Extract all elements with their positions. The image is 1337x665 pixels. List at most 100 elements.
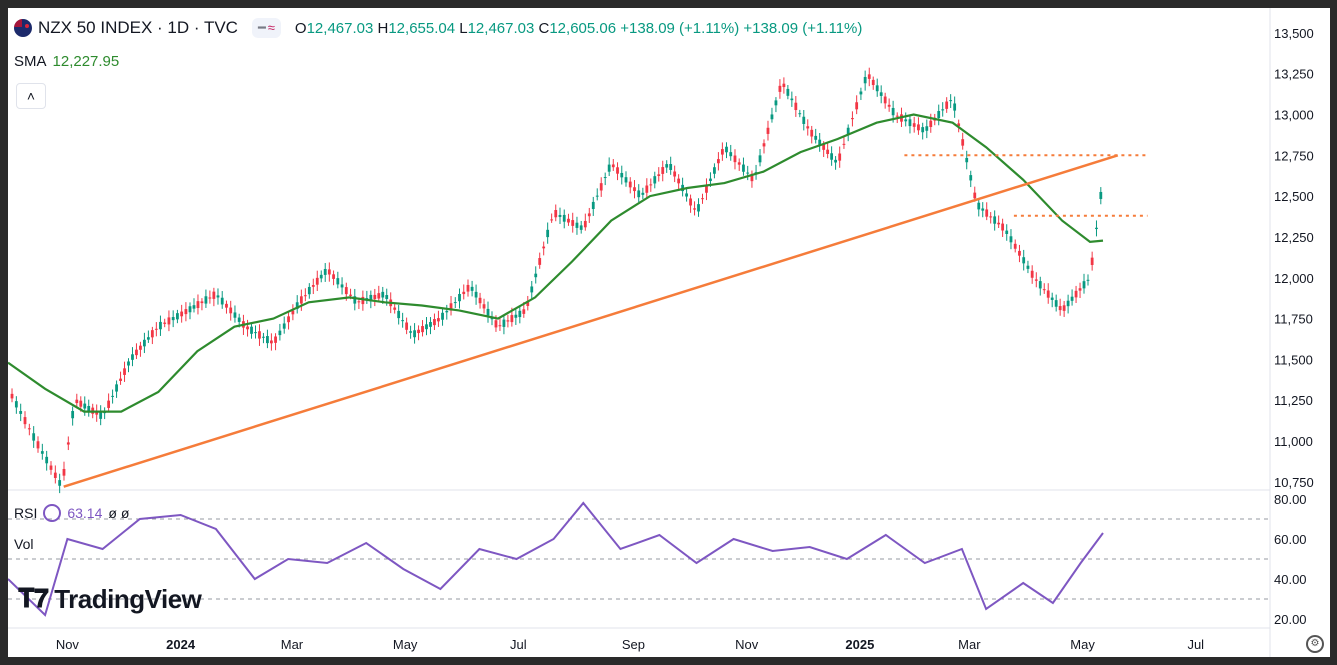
price-candle (246, 326, 249, 330)
price-candle (413, 330, 416, 338)
indicator-toggle-pill[interactable]: ━ ≈ (251, 18, 281, 38)
price-candle (319, 274, 323, 279)
price-candle (713, 167, 716, 174)
price-axis-label: 13,250 (1274, 67, 1314, 82)
price-candle (139, 345, 142, 350)
price-candle (762, 143, 766, 147)
price-axis-label: 10,750 (1274, 475, 1314, 490)
price-candle (212, 291, 216, 299)
price-candle (266, 336, 269, 344)
price-candle (562, 214, 566, 222)
chart-canvas[interactable]: 13,500 13,250 13,000 12,750 12,500 12,250 12,0… (8, 8, 1330, 657)
price-candle (550, 219, 554, 221)
price-candle (790, 98, 794, 101)
price-candle (397, 310, 401, 319)
wave-icon[interactable]: ≈ (268, 20, 275, 36)
price-candle (697, 204, 700, 212)
sma-value: 12,227.95 (52, 53, 120, 70)
price-candle (150, 330, 154, 338)
price-candle (278, 330, 282, 336)
collapse-legend-button[interactable]: ˄ (16, 83, 46, 109)
price-candle (1030, 270, 1034, 278)
price-candle (851, 118, 854, 120)
price-candle (842, 143, 846, 145)
price-candle (159, 321, 162, 330)
sma-legend[interactable]: SMA 12,227.95 (14, 53, 119, 70)
price-candle (733, 155, 737, 163)
price-candle (961, 139, 965, 146)
price-candle (258, 331, 261, 339)
price-axis-label: 12,500 (1274, 189, 1314, 204)
price-candle (993, 216, 997, 224)
price-candle (693, 208, 696, 210)
nz-flag-icon (14, 19, 32, 37)
rsi-settings-icon[interactable] (43, 504, 62, 522)
price-candle (377, 293, 381, 299)
price-candle (154, 328, 158, 330)
price-candle (830, 153, 834, 160)
price-candle (1022, 257, 1026, 264)
vol-label: Vol (14, 536, 34, 552)
price-candle (445, 310, 449, 313)
price-candle (701, 198, 704, 200)
price-candle (875, 85, 879, 92)
price-candle (192, 305, 196, 309)
price-candle (645, 185, 649, 193)
price-axis-label: 11,250 (1274, 393, 1313, 408)
vol-legend[interactable]: Vol (14, 536, 33, 552)
price-candle (937, 110, 941, 119)
support-trendline (63, 154, 1119, 488)
price-candle (567, 218, 570, 223)
price-candle (188, 306, 192, 313)
price-candle (1070, 296, 1074, 301)
price-candle (633, 187, 636, 192)
ohlc-values: O12,467.03 H12,655.04 L12,467.03 C12,605… (294, 19, 863, 37)
price-candle (1005, 230, 1009, 234)
price-axis-label: 12,250 (1274, 230, 1314, 245)
price-candle (677, 178, 681, 184)
price-candle (208, 297, 212, 299)
price-candle (176, 313, 179, 320)
price-candle (522, 309, 526, 314)
price-axis-label: 11,000 (1274, 434, 1313, 449)
price-candle (171, 317, 175, 321)
price-candle (802, 116, 806, 124)
price-candle (36, 441, 40, 449)
price-candle (973, 192, 977, 199)
price-candle (641, 192, 645, 195)
price-candle (429, 321, 432, 327)
price-candle (766, 127, 770, 134)
time-axis-label: Sep (622, 637, 645, 652)
price-candle (534, 273, 538, 278)
price-candle (466, 284, 470, 292)
price-candle (863, 76, 867, 84)
price-candle (538, 258, 542, 265)
price-candle (921, 127, 925, 133)
price-candle (665, 164, 669, 168)
rsi-legend[interactable]: RSI 63.14 ø ø (14, 504, 129, 522)
price-candle (303, 295, 307, 297)
price-candle (620, 172, 624, 178)
price-candle (10, 393, 14, 399)
price-candle (315, 277, 319, 285)
price-candle (19, 410, 23, 414)
price-candle (1013, 243, 1017, 249)
price-candle (1099, 191, 1103, 199)
price-candle (685, 193, 688, 197)
price-candle (498, 325, 502, 327)
minus-icon[interactable]: ━ (258, 20, 266, 36)
price-candle (441, 312, 444, 320)
settings-gear-icon[interactable]: ⚙ (1306, 635, 1324, 653)
time-axis-label: Mar (281, 637, 304, 652)
price-candle (855, 102, 859, 110)
price-candle (225, 303, 228, 308)
rsi-label: RSI (14, 505, 38, 521)
price-candle (127, 361, 130, 366)
price-candle (794, 102, 798, 111)
price-candle (282, 323, 286, 329)
tradingview-mark-icon: 𝐓𝟕 (18, 583, 49, 613)
price-axis-label: 11,500 (1274, 352, 1313, 367)
symbol-title[interactable]: NZX 50 INDEX · 1D · TVC (38, 18, 238, 38)
price-candle (653, 176, 657, 184)
rsi-axis-label: 80.00 (1274, 492, 1307, 507)
